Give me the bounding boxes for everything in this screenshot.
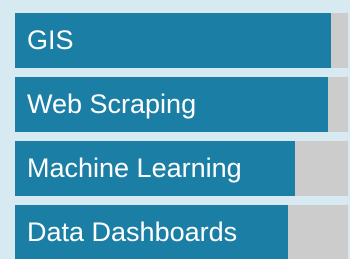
skills-list: GIS Web Scraping Machine Learning Data D…	[0, 0, 350, 259]
skill-label: Data Dashboards	[27, 217, 238, 247]
skill-label: Web Scraping	[27, 89, 197, 119]
skill-bar-data-dashboards: Data Dashboards	[15, 205, 348, 259]
skill-label: GIS	[27, 25, 74, 55]
skill-bar-web-scraping: Web Scraping	[15, 77, 348, 132]
skill-bar-gis: GIS	[15, 13, 348, 68]
skill-bar-machine-learning: Machine Learning	[15, 141, 348, 196]
skill-label: Machine Learning	[27, 153, 242, 183]
